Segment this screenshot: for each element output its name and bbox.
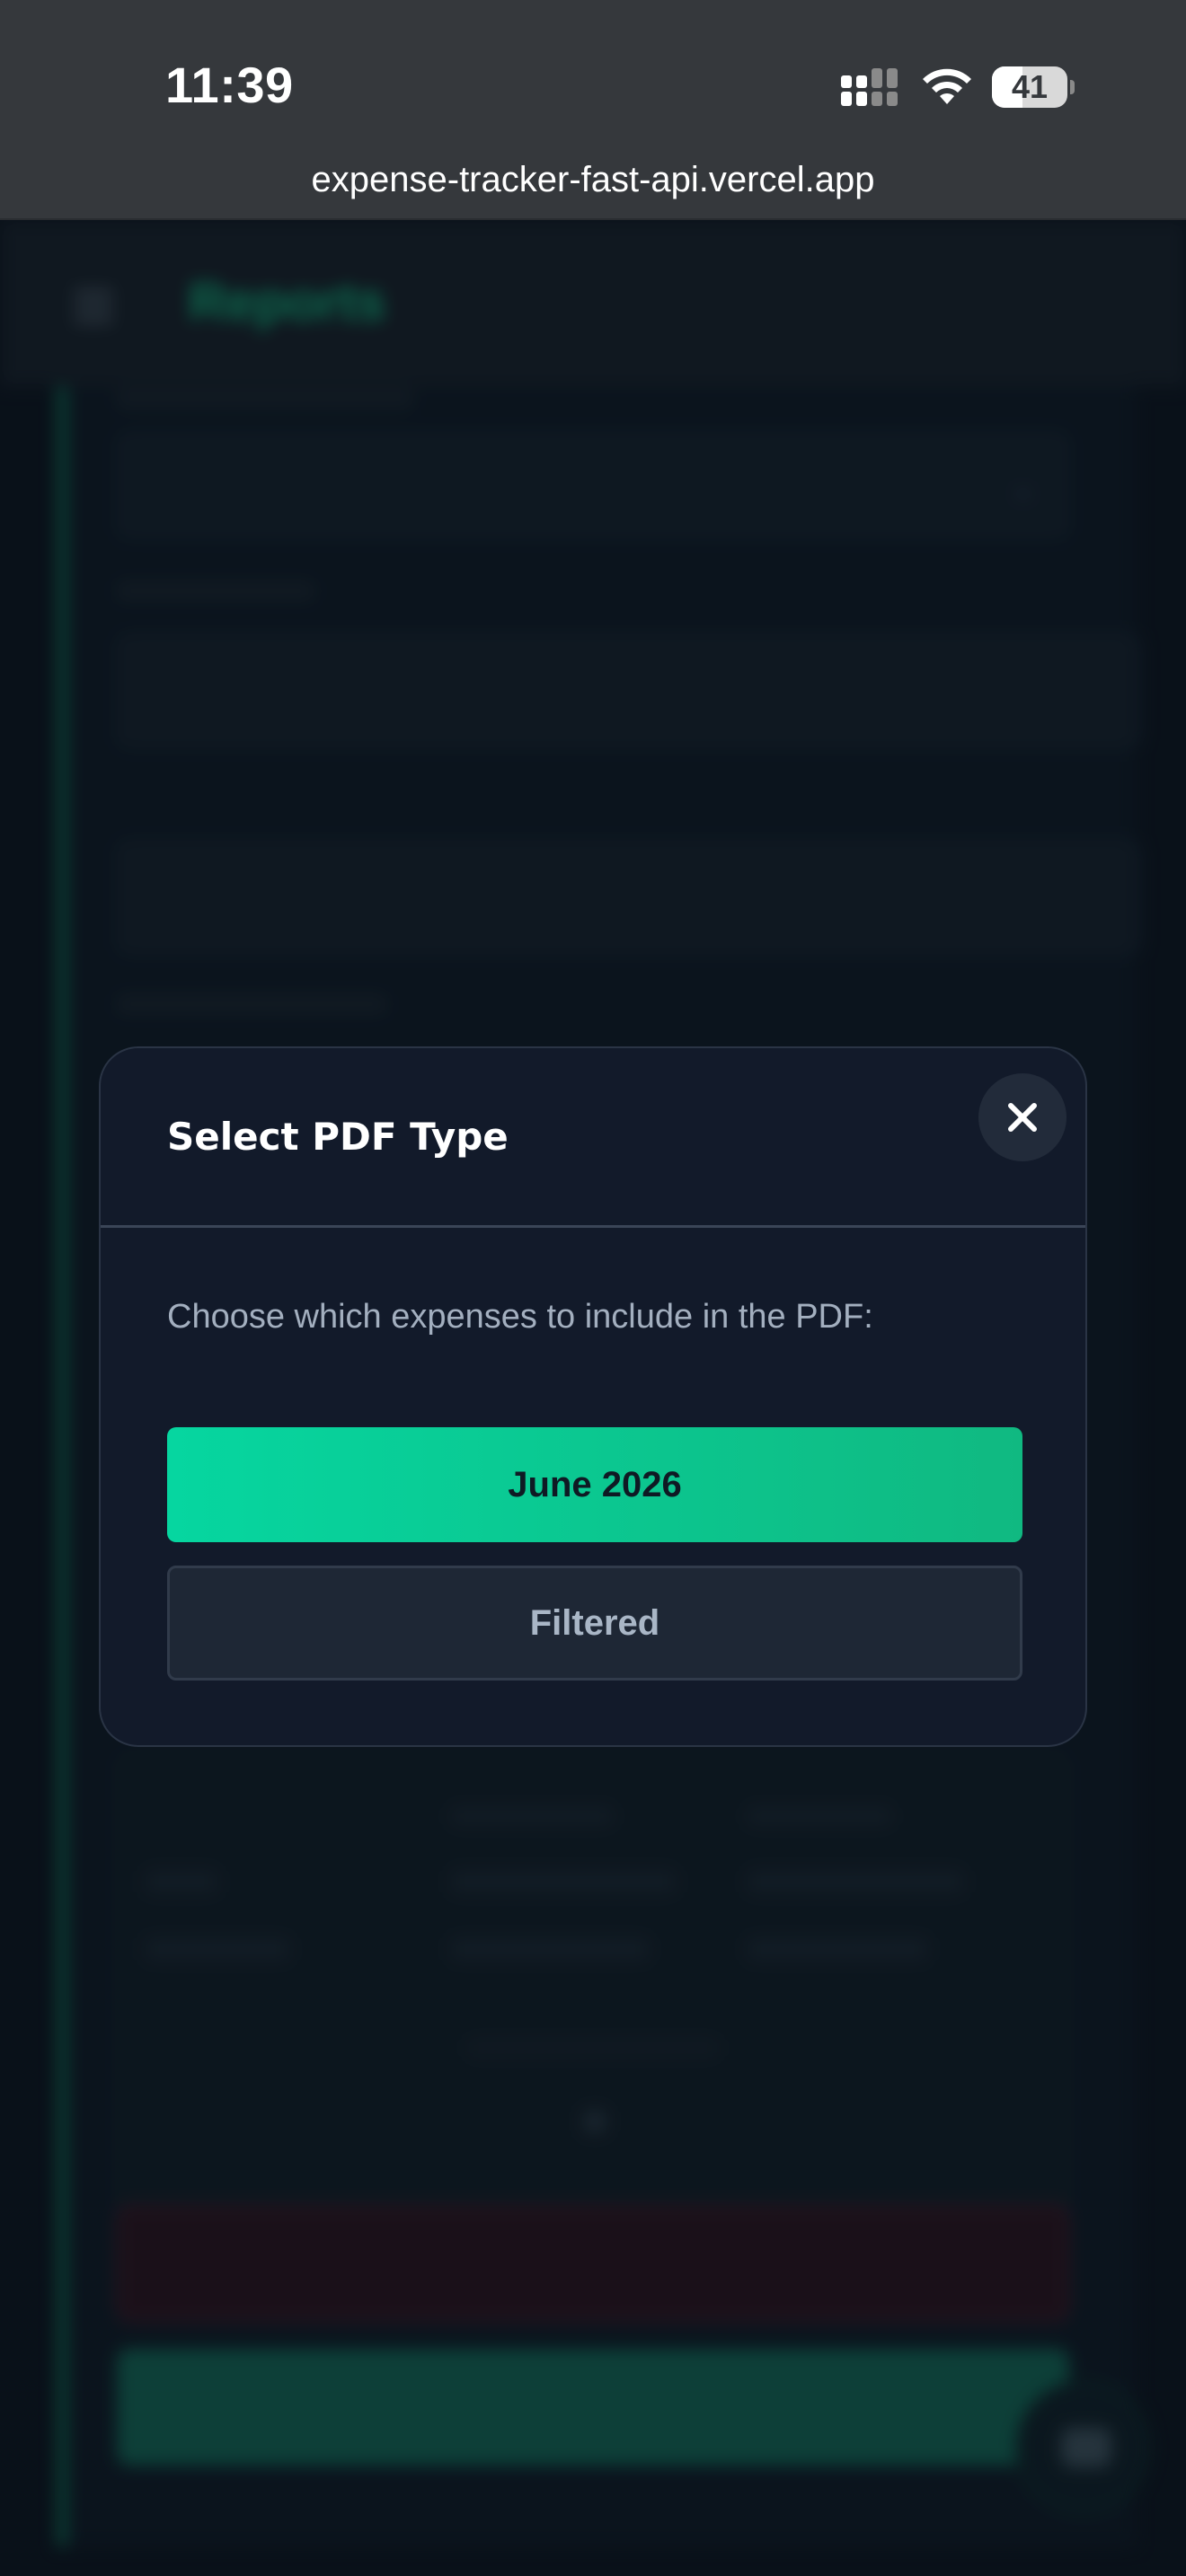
close-button[interactable] xyxy=(978,1073,1067,1161)
cellular-signal-icon xyxy=(841,68,898,106)
battery-icon: 41 xyxy=(992,66,1075,108)
dialog-header: Select PDF Type xyxy=(101,1048,1085,1228)
june-2026-option-button[interactable]: June 2026 xyxy=(167,1427,1022,1542)
wifi-icon xyxy=(923,68,971,104)
url-bar[interactable]: expense-tracker-fast-api.vercel.app xyxy=(0,160,1186,200)
browser-status-bar: 11:39 41 expense-tracker-fast-api.vercel… xyxy=(0,0,1186,220)
select-pdf-type-dialog: Select PDF Type Choose which expenses to… xyxy=(99,1046,1087,1747)
battery-level: 41 xyxy=(1011,68,1049,105)
status-time: 11:39 xyxy=(165,57,294,113)
dialog-title: Select PDF Type xyxy=(167,1115,509,1159)
filtered-option-button[interactable]: Filtered xyxy=(167,1566,1022,1681)
close-icon xyxy=(1008,1103,1037,1132)
dialog-description: Choose which expenses to include in the … xyxy=(167,1298,873,1336)
